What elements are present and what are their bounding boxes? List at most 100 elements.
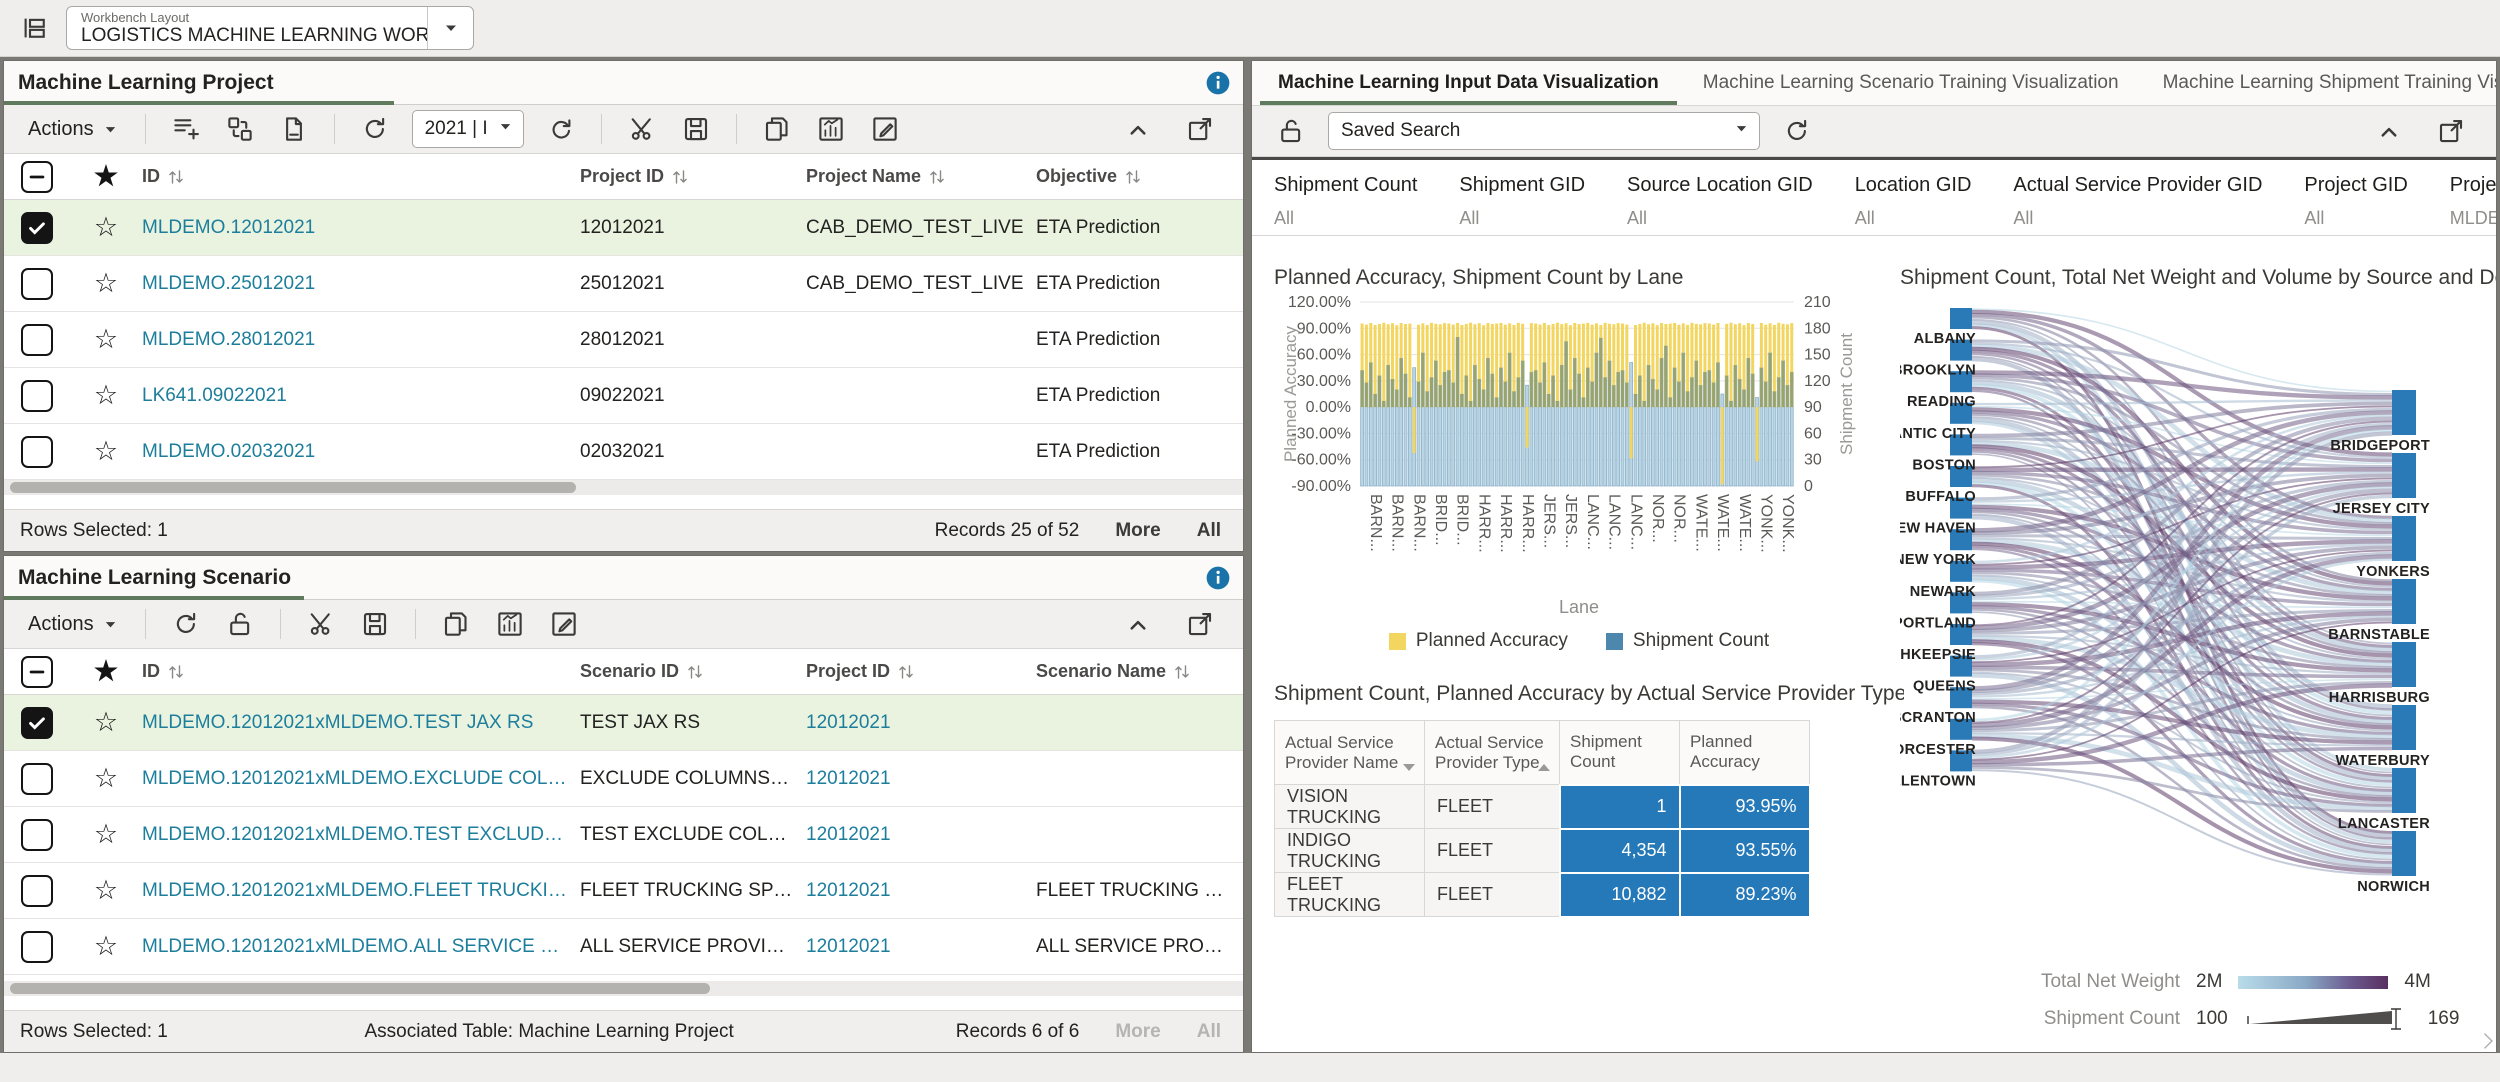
star-icon[interactable]: ☆ xyxy=(80,931,142,962)
scenario-id-link[interactable]: MLDEMO.12012021xMLDEMO.TEST JAX RS xyxy=(142,712,580,734)
project-id-link[interactable]: MLDEMO.28012021 xyxy=(142,329,580,351)
save-icon[interactable] xyxy=(360,609,390,639)
provider-col-0[interactable]: Actual Service Provider Name xyxy=(1275,721,1425,785)
star-icon[interactable]: ☆ xyxy=(80,707,142,738)
scenario-actions-button[interactable]: Actions xyxy=(14,613,132,636)
sankey-target-node[interactable] xyxy=(2392,516,2416,561)
cut-icon[interactable] xyxy=(627,114,657,144)
project-id-link[interactable]: 12012021 xyxy=(806,880,1036,902)
project-table-row[interactable]: ☆ MLDEMO.12012021 12012021 CAB_DEMO_TEST… xyxy=(4,200,1243,256)
refresh-icon[interactable] xyxy=(1782,116,1812,146)
project-column-1[interactable]: Project ID xyxy=(580,166,806,187)
scenario-select-all-checkbox[interactable] xyxy=(4,656,80,688)
scenario-id-link[interactable]: MLDEMO.12012021xMLDEMO.EXCLUDE COLUMN... xyxy=(142,768,580,790)
doc-remove-icon[interactable] xyxy=(279,114,309,144)
sankey-target-node[interactable] xyxy=(2392,453,2416,498)
row-checkbox[interactable] xyxy=(4,212,80,244)
project-id-link[interactable]: 12012021 xyxy=(806,936,1036,958)
project-hscrollbar[interactable] xyxy=(4,480,1243,495)
tab-1[interactable]: Machine Learning Scenario Training Visua… xyxy=(1681,61,2141,105)
add-row-icon[interactable] xyxy=(171,114,201,144)
scenario-table-row[interactable]: ☆ MLDEMO.12012021xMLDEMO.ALL SERVICE PRO… xyxy=(4,919,1243,975)
collapse-icon[interactable] xyxy=(2374,116,2404,146)
refresh-icon[interactable] xyxy=(360,114,390,144)
project-id-link[interactable]: MLDEMO.02032021 xyxy=(142,441,580,463)
project-select-all-checkbox[interactable] xyxy=(4,161,80,193)
project-column-2[interactable]: Project Name xyxy=(806,166,1036,187)
filter-1[interactable]: Shipment GID All xyxy=(1459,160,1585,235)
row-checkbox[interactable] xyxy=(4,763,80,795)
lock-open-icon[interactable] xyxy=(225,609,255,639)
project-id-link[interactable]: MLDEMO.25012021 xyxy=(142,273,580,295)
collapse-icon[interactable] xyxy=(1123,114,1153,144)
sankey-target-node[interactable] xyxy=(2392,768,2416,813)
project-column-0[interactable]: ID xyxy=(142,166,580,187)
filter-4[interactable]: Actual Service Provider GID All xyxy=(2013,160,2262,235)
project-id-link[interactable]: MLDEMO.12012021 xyxy=(142,217,580,239)
workbench-layout-select[interactable]: Workbench Layout LOGISTICS MACHINE LEARN… xyxy=(66,6,474,50)
scenario-table-row[interactable]: ☆ MLDEMO.12012021xMLDEMO.TEST EXCLUDE CO… xyxy=(4,807,1243,863)
row-checkbox[interactable] xyxy=(4,931,80,963)
project-table-row[interactable]: ☆ MLDEMO.28012021 28012021 ETA Predictio… xyxy=(4,312,1243,368)
sankey-target-node[interactable] xyxy=(2392,390,2416,435)
redo-icon[interactable] xyxy=(546,114,576,144)
filter-5[interactable]: Project GID All xyxy=(2304,160,2407,235)
sankey-source-node[interactable] xyxy=(1950,308,1972,329)
scenario-id-link[interactable]: MLDEMO.12012021xMLDEMO.TEST EXCLUDE COL.… xyxy=(142,824,580,846)
filter-6[interactable]: Project GID MLDEMO.120120 xyxy=(2450,160,2497,235)
scenario-table-row[interactable]: ☆ MLDEMO.12012021xMLDEMO.EXCLUDE COLUMN.… xyxy=(4,751,1243,807)
scenario-column-3[interactable]: Scenario Name xyxy=(1036,661,1243,682)
scenario-table-row[interactable]: ☆ MLDEMO.12012021xMLDEMO.FLEET TRUCKING … xyxy=(4,863,1243,919)
save-icon[interactable] xyxy=(681,114,711,144)
collapse-icon[interactable] xyxy=(1123,609,1153,639)
chart-icon[interactable] xyxy=(816,114,846,144)
sankey-target-node[interactable] xyxy=(2392,705,2416,750)
provider-col-2[interactable]: Shipment Count xyxy=(1560,721,1680,785)
project-id-link[interactable]: 12012021 xyxy=(806,712,1036,734)
project-id-link[interactable]: 12012021 xyxy=(806,824,1036,846)
sankey-target-node[interactable] xyxy=(2392,579,2416,624)
expand-icon[interactable] xyxy=(1185,114,1215,144)
sankey-target-node[interactable] xyxy=(2392,831,2416,876)
filter-3[interactable]: Location GID All xyxy=(1855,160,1972,235)
row-checkbox[interactable] xyxy=(4,707,80,739)
star-icon[interactable]: ☆ xyxy=(80,380,142,411)
scenario-column-0[interactable]: ID xyxy=(142,661,580,682)
tab-2[interactable]: Machine Learning Shipment Training Visua… xyxy=(2141,61,2497,105)
edit-icon[interactable] xyxy=(870,114,900,144)
star-icon[interactable]: ☆ xyxy=(80,212,142,243)
provider-col-3[interactable]: Planned Accuracy xyxy=(1680,721,1810,785)
chart-icon[interactable] xyxy=(495,609,525,639)
row-checkbox[interactable] xyxy=(4,436,80,468)
lock-open-icon[interactable] xyxy=(1276,116,1306,146)
star-icon[interactable]: ☆ xyxy=(80,819,142,850)
project-column-3[interactable]: Objective xyxy=(1036,166,1243,187)
row-checkbox[interactable] xyxy=(4,380,80,412)
project-table-row[interactable]: ☆ LK641.09022021 09022021 ETA Prediction xyxy=(4,368,1243,424)
info-icon[interactable] xyxy=(1205,565,1231,591)
row-checkbox[interactable] xyxy=(4,875,80,907)
year-filter-select[interactable]: 2021 | I xyxy=(412,110,524,148)
scenario-id-link[interactable]: MLDEMO.12012021xMLDEMO.FLEET TRUCKING S.… xyxy=(142,880,580,902)
refresh-icon[interactable] xyxy=(171,609,201,639)
star-icon[interactable]: ☆ xyxy=(80,324,142,355)
sankey-target-node[interactable] xyxy=(2392,642,2416,687)
project-table-row[interactable]: ☆ MLDEMO.25012021 25012021 CAB_DEMO_TEST… xyxy=(4,256,1243,312)
expand-icon[interactable] xyxy=(2436,116,2466,146)
transfer-icon[interactable] xyxy=(225,114,255,144)
project-id-link[interactable]: LK641.09022021 xyxy=(142,385,580,407)
layout-menu-icon[interactable] xyxy=(18,11,52,45)
star-icon[interactable]: ☆ xyxy=(80,268,142,299)
row-checkbox[interactable] xyxy=(4,819,80,851)
star-icon[interactable]: ☆ xyxy=(80,763,142,794)
edit-icon[interactable] xyxy=(549,609,579,639)
more-button[interactable]: More xyxy=(1115,1021,1160,1043)
row-checkbox[interactable] xyxy=(4,268,80,300)
copy-icon[interactable] xyxy=(762,114,792,144)
scenario-column-1[interactable]: Scenario ID xyxy=(580,661,806,682)
row-checkbox[interactable] xyxy=(4,324,80,356)
more-button[interactable]: More xyxy=(1115,520,1160,542)
provider-col-1[interactable]: Actual Service Provider Type xyxy=(1425,721,1560,785)
filter-0[interactable]: Shipment Count All xyxy=(1274,160,1417,235)
all-button[interactable]: All xyxy=(1197,520,1221,542)
